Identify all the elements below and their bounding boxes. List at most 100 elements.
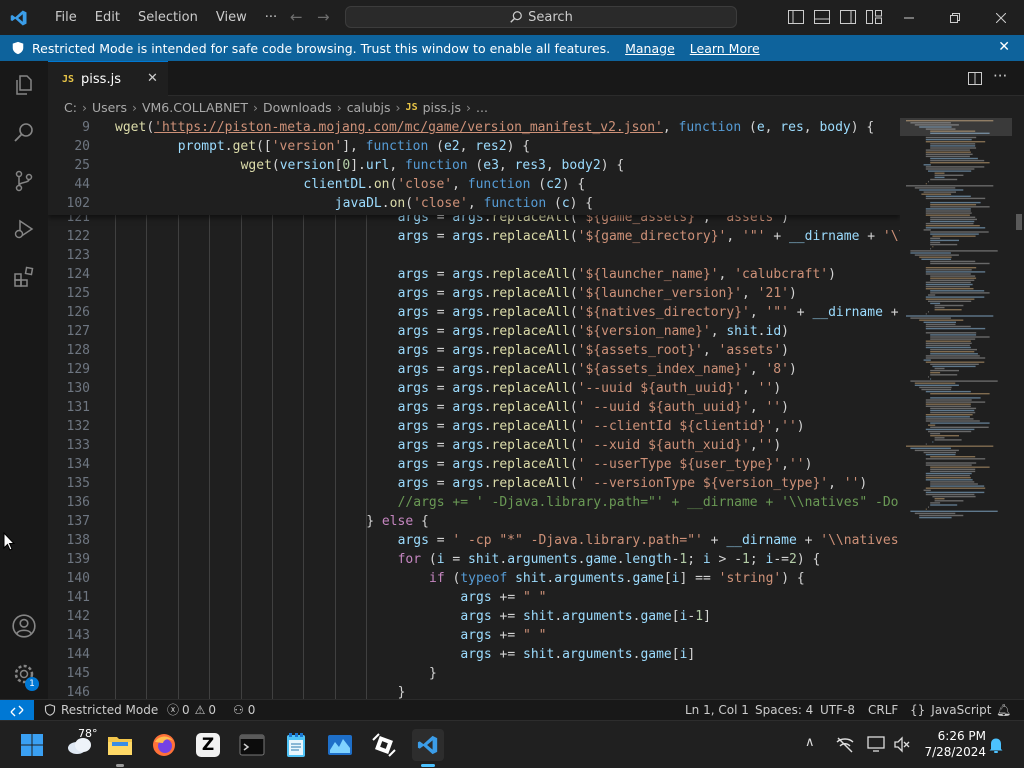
error-count: 0 xyxy=(182,703,190,717)
breadcrumb-calubjs[interactable]: calubjs xyxy=(347,100,391,115)
notification-bell-icon[interactable] xyxy=(988,736,1004,754)
explorer-button[interactable] xyxy=(0,61,48,109)
forward-arrow-icon[interactable]: → xyxy=(317,8,330,26)
learn-more-link[interactable]: Learn More xyxy=(690,41,760,56)
breadcrumb-drive[interactable]: C: xyxy=(64,100,77,115)
breadcrumb: C: › Users › VM6.COLLABNET › Downloads › cal… xyxy=(48,96,1024,118)
network-offline-icon[interactable] xyxy=(836,737,854,753)
tab-piss-js[interactable]: JS piss.js ✕ xyxy=(48,61,168,96)
manage-button[interactable]: 1 xyxy=(0,650,48,698)
toggle-panel-icon[interactable] xyxy=(814,10,830,24)
minimap-line xyxy=(925,227,986,229)
toggle-primary-sidebar-icon[interactable] xyxy=(788,10,804,24)
minimap-line xyxy=(925,405,971,407)
minimap-line xyxy=(925,195,971,197)
search-view-button[interactable] xyxy=(0,109,48,157)
minimap-slider[interactable] xyxy=(900,118,1012,136)
line-number: 102 xyxy=(66,196,90,211)
performance-monitor-button[interactable] xyxy=(324,729,356,761)
menu-selection[interactable]: Selection xyxy=(129,0,207,35)
close-banner-icon[interactable]: ✕ xyxy=(998,39,1010,55)
breadcrumb-vm6[interactable]: VM6.COLLABNET xyxy=(142,100,248,115)
run-debug-button[interactable] xyxy=(0,205,48,253)
firefox-icon xyxy=(153,734,175,756)
minimap-line xyxy=(934,500,964,502)
minimap-line xyxy=(930,233,979,235)
customize-layout-icon[interactable] xyxy=(866,10,882,24)
breadcrumb-downloads[interactable]: Downloads xyxy=(263,100,332,115)
close-window-button[interactable] xyxy=(978,0,1024,35)
cursor-position[interactable]: Ln 1, Col 1 xyxy=(685,700,749,720)
language-mode[interactable]: {} JavaScript xyxy=(910,700,991,720)
command-center-search[interactable]: Search xyxy=(345,6,737,28)
ports-status[interactable]: ⚇ 0 xyxy=(233,700,255,720)
file-explorer-button[interactable] xyxy=(104,729,136,767)
firefox-button[interactable] xyxy=(148,729,180,761)
close-tab-icon[interactable]: ✕ xyxy=(147,71,158,86)
breadcrumb-file[interactable]: piss.js xyxy=(423,100,461,115)
terminal-button[interactable] xyxy=(236,729,268,761)
show-hidden-icons-chevron-icon[interactable]: ∧ xyxy=(805,735,815,750)
menu-more[interactable]: ··· xyxy=(256,0,286,35)
minimap-line xyxy=(930,159,985,162)
weather-widget[interactable]: 78° xyxy=(60,727,100,761)
minimap-line xyxy=(925,281,971,284)
source-control-button[interactable] xyxy=(0,157,48,205)
volume-muted-icon[interactable] xyxy=(893,736,911,753)
menu-view[interactable]: View xyxy=(207,0,256,35)
menu-edit[interactable]: Edit xyxy=(86,0,129,35)
toggle-secondary-sidebar-icon[interactable] xyxy=(840,10,856,24)
minimap-line xyxy=(930,481,975,483)
minimap-line xyxy=(930,143,976,145)
code-line: args = args.replaceAll(' --uuid ${auth_u… xyxy=(397,400,789,415)
breadcrumb-symbol[interactable]: ... xyxy=(476,100,488,115)
minimap[interactable] xyxy=(900,118,1024,699)
vertical-scrollbar-thumb[interactable] xyxy=(1016,214,1022,230)
extensions-button[interactable] xyxy=(0,253,48,301)
code-editor[interactable]: 9 wget('https://piston-meta.mojang.com/mc… xyxy=(48,118,900,699)
account-icon xyxy=(12,614,36,638)
minimap-line xyxy=(925,342,972,344)
minimap-line xyxy=(930,456,976,458)
display-icon[interactable] xyxy=(867,736,885,753)
roblox-studio-button[interactable] xyxy=(368,729,400,761)
sticky-scroll-header[interactable]: 9 wget('https://piston-meta.mojang.com/mc… xyxy=(48,118,900,215)
split-editor-icon[interactable] xyxy=(968,72,982,85)
minimap-line xyxy=(930,206,990,208)
remote-button[interactable] xyxy=(0,700,34,721)
restricted-mode-status[interactable]: Restricted Mode xyxy=(44,700,158,720)
minimap-line xyxy=(930,241,941,244)
encoding[interactable]: UTF-8 xyxy=(820,700,855,720)
warning-count: 0 xyxy=(208,703,217,717)
minimap-line xyxy=(930,279,975,281)
minimize-button[interactable] xyxy=(886,0,932,35)
end-of-line[interactable]: CRLF xyxy=(868,700,898,720)
minimap-line xyxy=(925,267,977,269)
indentation[interactable]: Spaces: 4 xyxy=(755,700,813,720)
start-button[interactable] xyxy=(16,729,48,761)
menu-file[interactable]: File xyxy=(46,0,86,35)
run-debug-icon xyxy=(14,219,34,239)
manage-link[interactable]: Manage xyxy=(625,41,675,56)
code-line: args = args.replaceAll('${version_name}'… xyxy=(397,324,789,339)
accounts-button[interactable] xyxy=(0,602,48,650)
minimap-line xyxy=(925,210,971,212)
code-line: if (typeof shit.arguments.game[i] == 'st… xyxy=(429,571,805,586)
braces-icon: {} xyxy=(910,703,926,717)
minimap-line xyxy=(930,351,975,353)
breadcrumb-users[interactable]: Users xyxy=(92,100,127,115)
vscode-taskbar-button[interactable] xyxy=(412,729,444,767)
notepad-button[interactable] xyxy=(280,729,312,761)
clock[interactable]: 6:26 PM 7/28/2024 xyxy=(918,728,986,760)
code-line: } xyxy=(429,666,437,681)
more-actions-icon[interactable]: ··· xyxy=(993,67,1007,85)
minimap-line xyxy=(930,216,976,218)
back-arrow-icon[interactable]: ← xyxy=(290,8,303,26)
zed-app-button[interactable]: Z xyxy=(192,729,224,761)
minimap-line xyxy=(930,485,985,487)
minimap-line xyxy=(930,435,959,437)
minimap-line xyxy=(910,447,951,449)
notifications-bell-icon[interactable]: 🔔︎ xyxy=(996,700,1011,720)
problems-status[interactable]: ⓧ 0 ⚠ 0 xyxy=(167,700,216,720)
maximize-button[interactable] xyxy=(932,0,978,35)
